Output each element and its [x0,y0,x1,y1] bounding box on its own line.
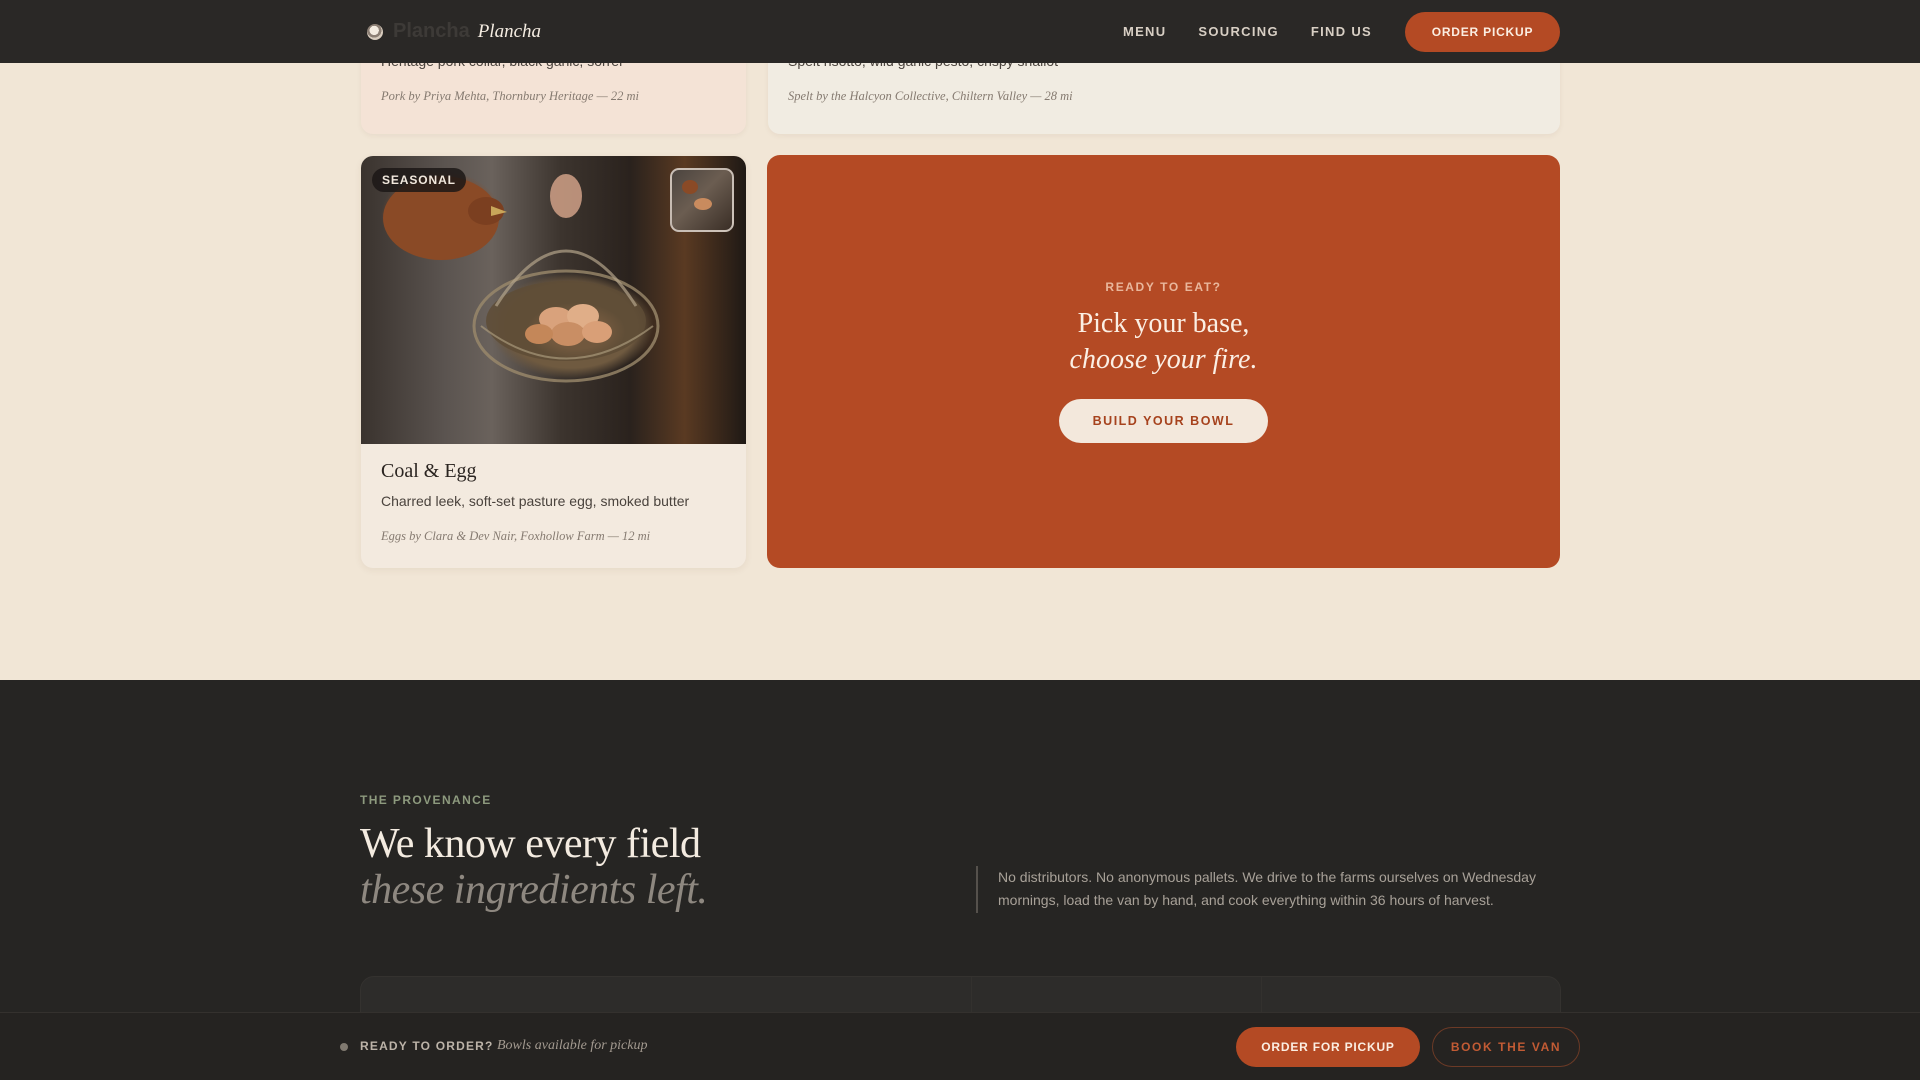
section-headline-italic: these ingredients left. [360,867,708,913]
book-the-van-button[interactable]: BOOK THE VAN [1432,1027,1580,1067]
dish-photo: SEASONAL [361,156,746,444]
order-bar-label: READY TO ORDER? [360,1039,494,1053]
section-body: No distributors. No anonymous pallets. W… [998,869,1536,908]
section-kicker: THE PROVENANCE [360,793,492,807]
brand-ghost-text: Plancha [393,20,470,42]
order-bar: READY TO ORDER? Bowls available for pick… [0,1012,1920,1080]
top-nav: Plancha Plancha MENU SOURCING FIND US OR… [0,0,1920,63]
brand[interactable]: Plancha Plancha [367,0,541,63]
card-source: Pork by Priya Mehta, Thornbury Heritage … [381,89,639,103]
build-bowl-cta-card: READY TO EAT? Pick your base, choose you… [767,155,1560,568]
brand-name: Plancha [477,20,542,42]
card-source: Eggs by Clara & Dev Nair, Foxhollow Farm… [381,529,651,543]
card-description: Charred leek, soft-set pasture egg, smok… [381,493,690,509]
section-headline: We know every field [360,821,701,867]
divider [976,866,978,913]
cta-headline: Pick your base, [1077,308,1250,339]
photo-thumbnail[interactable] [670,168,734,232]
card-title: Coal & Egg [381,460,477,482]
cta-kicker: READY TO EAT? [1105,280,1222,294]
card-source: Spelt by the Halcyon Collective, Chilter… [788,89,1073,103]
order-bar-subtext: Bowls available for pickup [497,1038,648,1053]
menu-card-coal-egg[interactable]: SEASONAL Coal & Egg Charred leek, soft-s… [361,156,746,568]
build-your-bowl-button[interactable]: BUILD YOUR BOWL [1059,399,1268,443]
seasonal-badge: SEASONAL [372,168,466,192]
status-dot-icon [340,1043,348,1051]
cta-headline-italic: choose your fire. [1069,344,1258,375]
nav-links: MENU SOURCING FIND US [1123,0,1372,63]
nav-link-sourcing[interactable]: SOURCING [1198,24,1278,39]
order-for-pickup-button[interactable]: ORDER FOR PICKUP [1236,1027,1420,1067]
nav-link-find-us[interactable]: FIND US [1311,24,1372,39]
thumbnail-hen [682,180,698,194]
order-pickup-button[interactable]: ORDER PICKUP [1405,12,1560,52]
logo-icon [367,23,383,40]
nav-link-menu[interactable]: MENU [1123,24,1166,39]
thumbnail-egg [694,198,712,210]
